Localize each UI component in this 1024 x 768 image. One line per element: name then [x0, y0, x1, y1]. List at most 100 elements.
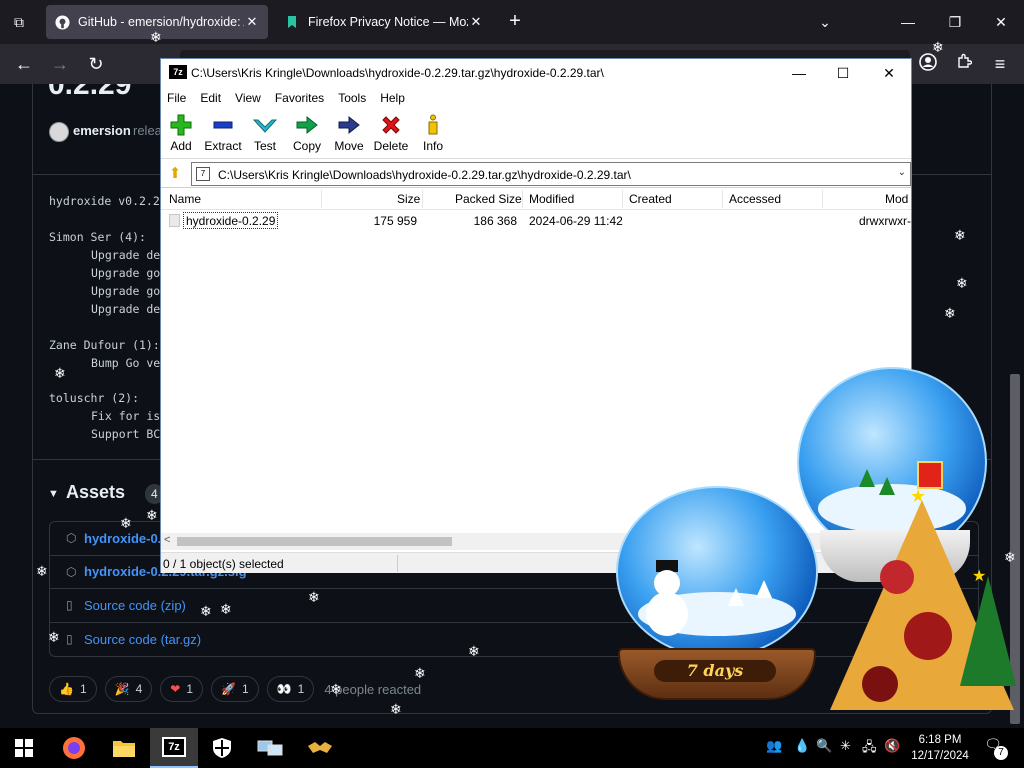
water-drop-icon[interactable]: 💧	[794, 738, 810, 754]
snowflake-icon: ❄	[414, 665, 426, 681]
table-row[interactable]: hydroxide-0.2.29 175 959 186 368 2024-06…	[161, 212, 911, 230]
column-accessed[interactable]: Accessed	[729, 192, 781, 206]
people-icon[interactable]: 👥	[766, 738, 782, 754]
github-icon	[54, 14, 70, 30]
reaction-rocket[interactable]: 🚀 1	[211, 676, 259, 702]
extensions-icon[interactable]	[952, 53, 976, 75]
column-modified[interactable]: Modified	[529, 192, 574, 206]
volume-muted-icon[interactable]: 🔇	[884, 738, 900, 754]
reaction-thumbs-up[interactable]: 👍 1	[49, 676, 97, 702]
handshake-icon	[308, 742, 332, 753]
reaction-count: 1	[79, 682, 87, 696]
scroll-left-icon[interactable]: <	[164, 534, 170, 546]
tab-title: GitHub - emersion/hydroxide: A	[78, 15, 244, 29]
menu-help[interactable]: Help	[380, 91, 405, 105]
info-button[interactable]: Info	[411, 113, 455, 153]
scroll-thumb[interactable]	[177, 537, 452, 546]
notification-center-button[interactable]: 🗨 7	[982, 736, 1008, 760]
snowflake-icon: ❄	[150, 29, 162, 45]
taskbar-defender[interactable]	[198, 728, 246, 768]
close-window-button[interactable]: ✕	[986, 10, 1016, 34]
reload-button[interactable]: ↻	[84, 53, 108, 75]
maximize-button[interactable]: ☐	[821, 61, 865, 85]
column-divider[interactable]	[822, 190, 823, 208]
column-created[interactable]: Created	[629, 192, 672, 206]
reaction-eyes[interactable]: 👀 1	[266, 676, 315, 702]
reaction-hooray[interactable]: 🎉 4	[104, 676, 153, 702]
taskbar-file-explorer[interactable]	[100, 728, 148, 768]
reaction-heart[interactable]: ❤ 1	[160, 676, 204, 702]
asset-link[interactable]: Source code (tar.gz)	[84, 632, 201, 647]
test-button[interactable]: Test	[243, 113, 287, 153]
party-icon: 🎉	[114, 682, 130, 696]
reaction-count: 4	[135, 682, 143, 696]
taskbar-handshake-app[interactable]	[296, 728, 344, 768]
menu-edit[interactable]: Edit	[200, 91, 221, 105]
minus-icon	[201, 113, 245, 137]
taskbar-7zip[interactable]: 7z	[150, 728, 198, 768]
column-packed-size[interactable]: Packed Size	[455, 192, 522, 206]
menu-tools[interactable]: Tools	[338, 91, 366, 105]
changelog-header: hydroxide v0.2.2	[49, 194, 160, 208]
network-icon[interactable]: 🖧	[862, 738, 877, 760]
column-divider[interactable]	[622, 190, 623, 208]
asset-link[interactable]: hydroxide-0.	[84, 531, 161, 546]
package-icon: ⬡	[66, 564, 77, 579]
start-button[interactable]	[0, 728, 48, 768]
column-divider[interactable]	[722, 190, 723, 208]
new-tab-button[interactable]: +	[504, 10, 526, 34]
column-size[interactable]: Size	[397, 192, 420, 206]
menu-view[interactable]: View	[235, 91, 261, 105]
tree-icon	[859, 469, 875, 487]
column-divider[interactable]	[321, 190, 322, 208]
reaction-count: 1	[186, 682, 194, 696]
menu-file[interactable]: File	[167, 91, 186, 105]
tab-firefox-privacy[interactable]: Firefox Privacy Notice — Mozill ✕	[276, 5, 492, 39]
minimize-button[interactable]: —	[777, 61, 821, 85]
copy-button[interactable]: Copy	[285, 113, 329, 153]
caret-down-icon[interactable]: ▼	[48, 488, 59, 500]
system-clock[interactable]: 6:18 PM 12/17/2024	[904, 732, 976, 764]
close-button[interactable]: ✕	[867, 61, 911, 85]
snowflake-icon: ❄	[956, 275, 968, 291]
address-combobox[interactable]: 7 C:\Users\Kris Kringle\Downloads\hydrox…	[191, 162, 911, 186]
author-link[interactable]: emersion	[73, 123, 131, 138]
move-button[interactable]: Move	[327, 113, 371, 153]
tree-icon	[879, 477, 895, 495]
chevron-down-icon[interactable]: ⌄	[898, 167, 906, 178]
column-divider[interactable]	[522, 190, 523, 208]
clock-date: 12/17/2024	[911, 750, 969, 762]
avatar[interactable]	[49, 122, 69, 142]
column-divider[interactable]	[422, 190, 423, 208]
add-button[interactable]: Add	[159, 113, 203, 153]
assets-heading[interactable]: Assets	[66, 482, 125, 503]
tab-list-button[interactable]: ⧉	[8, 12, 30, 32]
menu-favorites[interactable]: Favorites	[275, 91, 324, 105]
column-name[interactable]: Name	[169, 192, 201, 206]
app-menu-button[interactable]: ≡	[988, 53, 1012, 75]
account-icon[interactable]	[916, 53, 940, 75]
snowflake-tray-icon[interactable]: ✳	[840, 738, 851, 754]
tab-overflow-button[interactable]: ⌄	[810, 10, 840, 34]
column-mode[interactable]: Mod	[885, 192, 908, 206]
status-text: 0 / 1 object(s) selected	[163, 557, 284, 571]
search-icon[interactable]: 🔍	[816, 738, 832, 754]
release-title[interactable]: 0.2.29	[48, 84, 131, 102]
back-button[interactable]: ←	[12, 53, 36, 75]
tab-close-button[interactable]: ✕	[468, 14, 484, 30]
changelog-author: toluschr (2):	[49, 391, 140, 405]
file-name[interactable]: hydroxide-0.2.29	[183, 212, 279, 229]
delete-button[interactable]: Delete	[369, 113, 413, 153]
extract-button[interactable]: Extract	[201, 113, 245, 153]
restore-button[interactable]: ❐	[940, 10, 970, 34]
asset-link[interactable]: Source code (zip)	[84, 598, 186, 613]
snowman-body	[646, 592, 688, 636]
taskbar-firefox[interactable]	[50, 728, 98, 768]
forward-button[interactable]: →	[48, 53, 72, 75]
computers-icon	[257, 740, 283, 756]
taskbar-network-app[interactable]	[246, 728, 294, 768]
tab-close-button[interactable]: ✕	[244, 14, 260, 30]
folder-up-icon[interactable]: ⬆	[165, 164, 185, 184]
plus-icon	[159, 113, 203, 137]
minimize-button[interactable]: —	[893, 10, 923, 34]
